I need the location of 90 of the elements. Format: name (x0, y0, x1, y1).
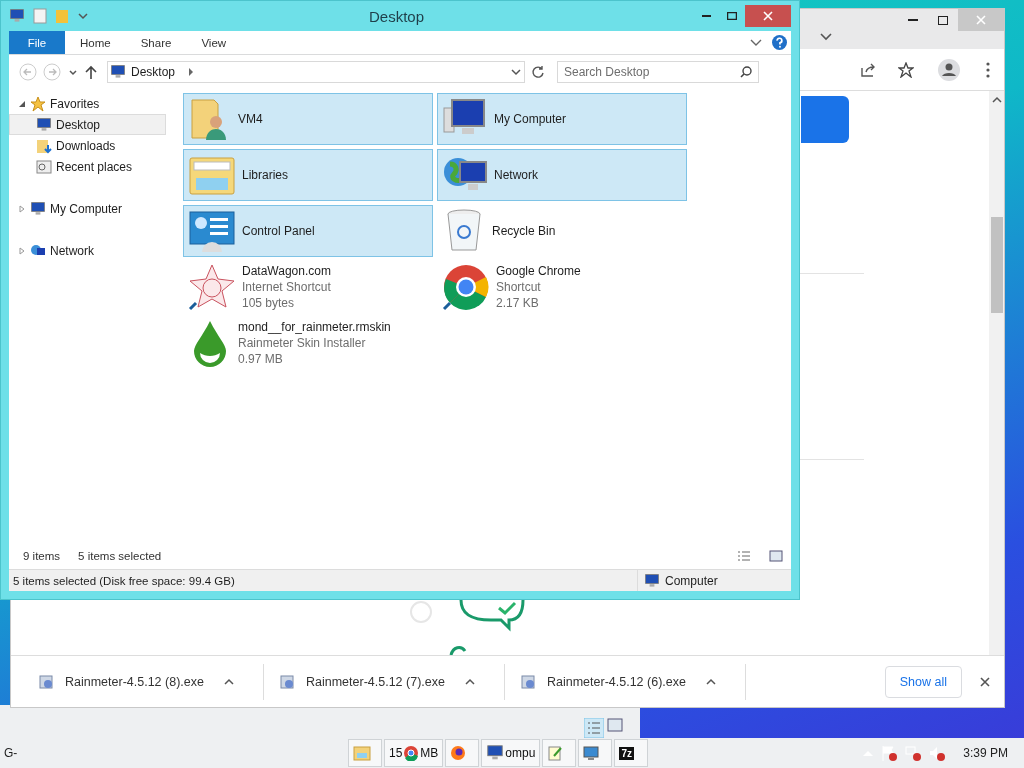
caret-icon (705, 676, 717, 687)
minimize-icon (908, 19, 918, 21)
caret-icon (223, 676, 235, 687)
scrollbar-thumb[interactable] (990, 217, 1003, 313)
up-arrow-icon[interactable] (85, 65, 97, 79)
item-count: 9 items (23, 550, 61, 562)
taskbar-button[interactable]: ompu (481, 739, 541, 767)
address-bar[interactable]: Desktop (107, 61, 525, 83)
caret-icon (464, 676, 476, 687)
maximize-icon (938, 15, 948, 25)
download-item[interactable]: Rainmeter-4.5.12 (6).exe (513, 663, 746, 700)
nav-item[interactable]: Downloads (9, 135, 166, 156)
chrome-icon (442, 263, 490, 311)
bookmark-star-icon[interactable] (898, 61, 914, 78)
search-field[interactable]: Search Desktop (557, 61, 759, 83)
notepad-icon (547, 745, 564, 761)
file-item[interactable]: DataWagon.com Internet Shortcut 105 bytes (183, 261, 433, 313)
file-item[interactable]: Network (437, 149, 687, 201)
scrollbar[interactable] (989, 91, 1004, 655)
close-icon (980, 676, 990, 687)
nav-item[interactable]: Desktop (9, 114, 166, 135)
downloads-folder-icon (36, 137, 52, 154)
file-item[interactable]: My Computer (437, 93, 687, 145)
close-button[interactable] (978, 674, 992, 689)
close-icon (763, 11, 773, 21)
status-text: 5 items selected (Disk free space: 99.4 GB) (13, 574, 236, 587)
minimize-icon (701, 15, 711, 17)
download-item[interactable]: Rainmeter-4.5.12 (7).exe (272, 663, 505, 700)
location-label: Computer (665, 573, 718, 588)
file-item[interactable]: mond__for_rainmeter.rmskin Rainmeter Skin Installer 0.97 MB (183, 317, 433, 369)
nav-item[interactable]: My Computer (9, 198, 166, 219)
installer-icon (280, 673, 296, 690)
dropdown-caret-icon (510, 67, 522, 77)
taskbar-button[interactable]: 7z (614, 739, 649, 767)
star-icon (30, 95, 46, 112)
chrome-icon (403, 745, 420, 761)
desktop-icon (110, 64, 126, 80)
file-item[interactable]: Google Chrome Shortcut 2.17 KB (437, 261, 687, 313)
network-tray-icon[interactable] (905, 745, 922, 761)
file-item[interactable]: Control Panel (183, 205, 433, 257)
remote-desktop-icon (583, 745, 600, 761)
desktop-icon (36, 116, 52, 133)
nav-item[interactable]: Network (9, 240, 166, 261)
maximize-icon (727, 12, 737, 20)
ribbon-tab[interactable]: Home (65, 31, 126, 54)
nav-item[interactable]: Recent places (9, 156, 166, 177)
computer-icon (9, 8, 25, 24)
refresh-icon[interactable] (531, 65, 545, 79)
show-all-button[interactable]: Show all (884, 665, 962, 698)
file-item[interactable]: VM4 (183, 93, 433, 145)
selected-count: 5 items selected (78, 550, 162, 562)
expand-arrow-icon[interactable] (18, 99, 26, 108)
ribbon-tab[interactable]: File (9, 31, 65, 54)
menu-icon[interactable] (986, 61, 990, 78)
installer-icon (521, 673, 537, 690)
control-panel-icon (188, 208, 236, 254)
installer-icon (39, 673, 55, 690)
large-icons-view-icon[interactable] (769, 550, 783, 562)
ribbon-tab[interactable]: View (186, 31, 242, 54)
ribbon-tab[interactable]: Share (125, 31, 187, 54)
search-icon (740, 66, 752, 78)
share-icon[interactable] (860, 61, 876, 78)
help-icon[interactable] (772, 35, 787, 50)
file-item[interactable]: Libraries (183, 149, 433, 201)
taskbar-button[interactable] (578, 739, 613, 767)
muted-speaker-icon[interactable] (929, 745, 946, 761)
computer-icon (30, 200, 46, 217)
folder-icon (353, 745, 371, 761)
file-item[interactable]: Recycle Bin (437, 205, 687, 257)
recent-places-icon (36, 158, 52, 175)
profile-icon[interactable] (938, 58, 960, 81)
recent-locations-caret-icon (67, 67, 79, 77)
computer-icon (486, 744, 505, 762)
expand-ribbon-icon[interactable] (750, 38, 762, 47)
breadcrumb-arrow-icon (188, 68, 195, 76)
star-pattern-icon (188, 263, 236, 311)
firefox-icon (450, 745, 467, 761)
clock: 3:39 PM (963, 746, 1008, 760)
action-center-flag-icon[interactable] (881, 745, 898, 761)
taskbar-text: G- (3, 746, 19, 760)
customize-caret-icon (77, 11, 89, 21)
nav-item[interactable]: Favorites (9, 93, 166, 114)
window-title: Desktop (368, 7, 426, 25)
taskbar-button[interactable]: 15 MB (384, 739, 444, 767)
computer-icon (644, 572, 660, 589)
taskbar-button[interactable] (445, 739, 480, 767)
close-icon (976, 15, 986, 25)
tab-list-icon[interactable] (820, 33, 832, 41)
scroll-up-icon (990, 95, 1003, 105)
download-item[interactable]: Rainmeter-4.5.12 (8).exe (31, 663, 264, 700)
